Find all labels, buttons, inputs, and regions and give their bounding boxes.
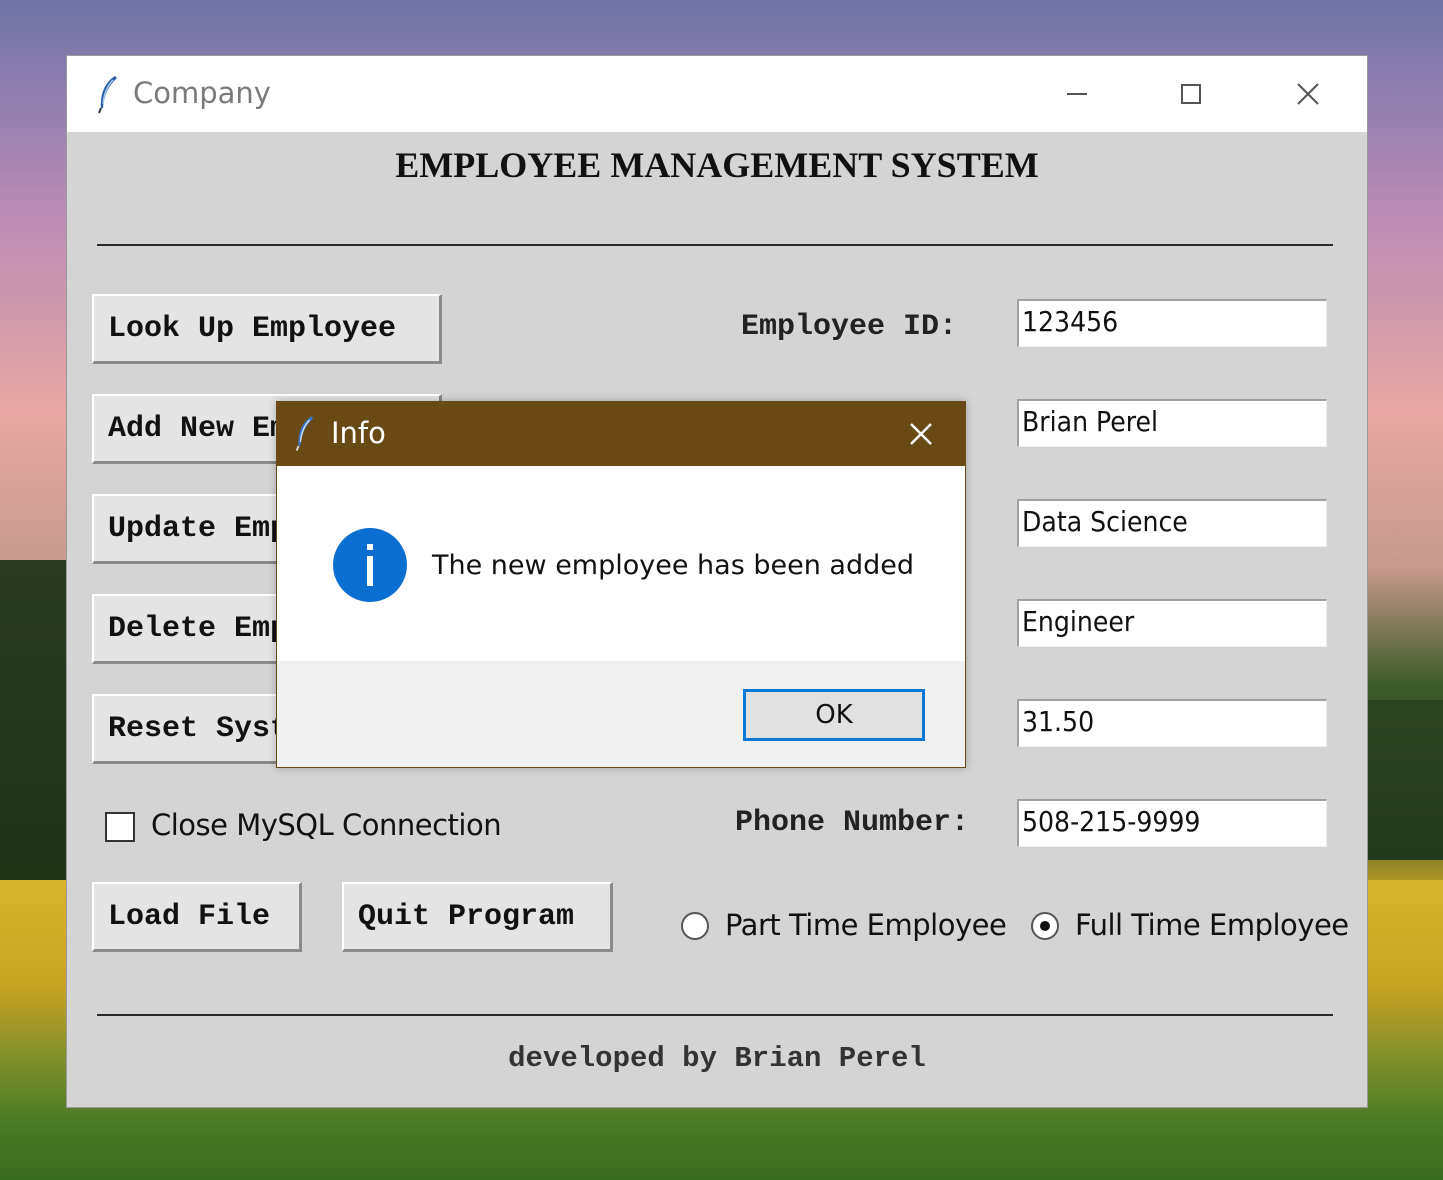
dialog-titlebar: Info — [277, 402, 965, 466]
phone-number-field[interactable]: 508-215-9999 — [1017, 799, 1327, 847]
employee-name-field[interactable]: Brian Perel — [1017, 399, 1327, 447]
close-mysql-checkbox[interactable] — [105, 812, 135, 842]
maximize-icon[interactable] — [1169, 72, 1213, 116]
feather-icon — [295, 416, 314, 451]
dialog-footer: OK — [277, 661, 965, 767]
employee-id-field[interactable]: 123456 — [1017, 299, 1327, 347]
dialog-close-icon[interactable] — [903, 416, 939, 452]
window-title: Company — [133, 76, 271, 110]
divider-top — [97, 244, 1333, 246]
minimize-icon[interactable] — [1055, 72, 1099, 116]
close-mysql-label: Close MySQL Connection — [151, 808, 502, 842]
full-time-label: Full Time Employee — [1075, 908, 1349, 942]
phone-number-label: Phone Number: — [735, 806, 970, 840]
full-time-radio[interactable] — [1031, 912, 1059, 940]
divider-bottom — [97, 1014, 1333, 1016]
employee-id-label: Employee ID: — [741, 310, 958, 344]
dialog-message: The new employee has been added — [432, 550, 914, 581]
dialog-title: Info — [331, 416, 386, 450]
load-file-button[interactable]: Load File — [92, 882, 302, 952]
info-dialog: Info The new employee has been added OK — [276, 401, 966, 768]
pay-rate-field[interactable]: 31.50 — [1017, 699, 1327, 747]
ok-button[interactable]: OK — [743, 689, 925, 741]
quit-program-button[interactable]: Quit Program — [342, 882, 613, 952]
page-title: EMPLOYEE MANAGEMENT SYSTEM — [395, 145, 1039, 185]
feather-icon — [98, 76, 117, 114]
close-icon[interactable] — [1286, 72, 1330, 116]
info-icon — [333, 528, 407, 602]
job-title-field[interactable]: Engineer — [1017, 599, 1327, 647]
background-trees-left — [0, 560, 70, 890]
window-titlebar: Company — [67, 56, 1367, 132]
department-field[interactable]: Data Science — [1017, 499, 1327, 547]
look-up-employee-button[interactable]: Look Up Employee — [92, 294, 442, 364]
part-time-radio[interactable] — [681, 912, 709, 940]
developer-credit: developed by Brian Perel — [508, 1042, 926, 1075]
background-trees-right — [1367, 700, 1443, 860]
part-time-label: Part Time Employee — [725, 908, 1007, 942]
